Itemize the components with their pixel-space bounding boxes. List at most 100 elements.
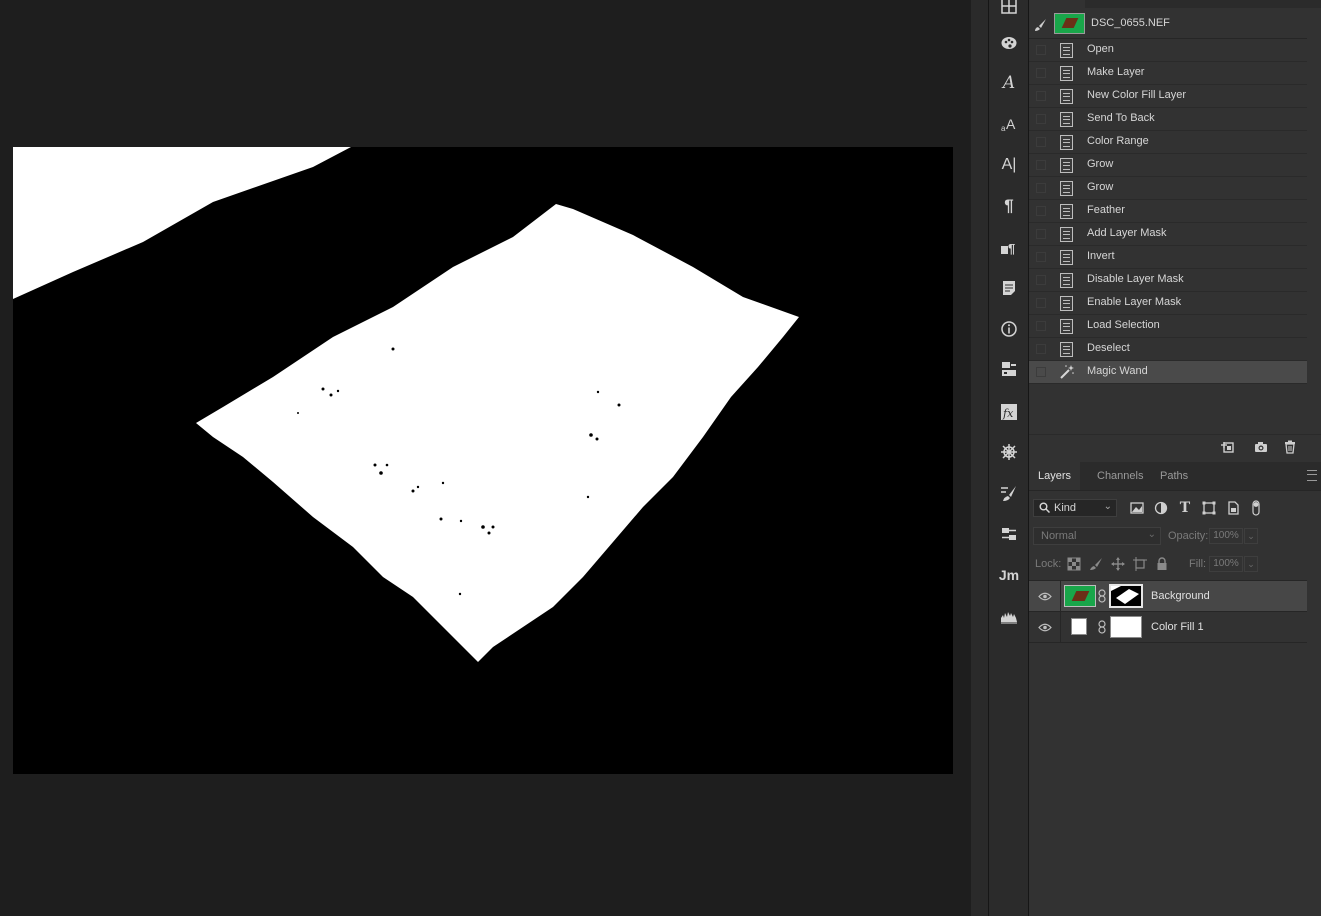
character-styles-icon[interactable]: aA [997, 112, 1021, 136]
filter-type-icon[interactable]: T [1177, 500, 1193, 516]
lock-all-icon[interactable] [1155, 557, 1169, 571]
history-source-checkbox[interactable] [1036, 206, 1046, 216]
styles-fx-icon[interactable]: fx [997, 400, 1021, 424]
history-source-checkbox[interactable] [1036, 91, 1046, 101]
link-chain-icon[interactable] [1098, 589, 1106, 603]
history-panel: DSC_0655.NEF Open Make Layer New Color Fil… [1029, 10, 1307, 430]
history-state[interactable]: New Color Fill Layer [1029, 85, 1307, 108]
history-state[interactable]: Grow [1029, 177, 1307, 200]
panel-menu-icon[interactable] [1307, 470, 1317, 481]
layer-mask-thumbnail[interactable] [1110, 616, 1142, 638]
glyph-a-icon[interactable]: A [997, 71, 1021, 95]
history-snapshot[interactable]: DSC_0655.NEF [1029, 10, 1307, 39]
history-source-checkbox[interactable] [1036, 137, 1046, 147]
document-icon [1060, 135, 1073, 150]
layer-thumbnail[interactable] [1064, 585, 1096, 607]
blend-mode-select[interactable]: Normal ⌄ [1033, 527, 1161, 545]
tab-paths[interactable]: Paths [1151, 462, 1197, 490]
history-state[interactable]: Load Selection [1029, 315, 1307, 338]
histogram-icon[interactable] [997, 604, 1021, 628]
adjustments-icon[interactable] [997, 522, 1021, 546]
history-brush-source-icon[interactable] [1034, 18, 1048, 32]
chevron-down-icon: ⌄ [1147, 529, 1156, 540]
history-source-checkbox[interactable] [1036, 68, 1046, 78]
history-state-label: Invert [1087, 250, 1115, 262]
history-state[interactable]: Make Layer [1029, 62, 1307, 85]
tab-layers[interactable]: Layers [1029, 462, 1081, 490]
history-source-checkbox[interactable] [1036, 229, 1046, 239]
history-source-checkbox[interactable] [1036, 275, 1046, 285]
filter-kind-select[interactable]: Kind ⌄ [1033, 499, 1117, 517]
history-state[interactable]: Invert [1029, 246, 1307, 269]
svg-text:fx: fx [1002, 407, 1014, 420]
fill-color-swatch[interactable] [1071, 618, 1087, 635]
link-chain-icon[interactable] [1098, 620, 1106, 634]
character-icon[interactable]: A| [997, 153, 1021, 177]
filter-adjustment-icon[interactable] [1153, 500, 1169, 516]
history-source-checkbox[interactable] [1036, 367, 1046, 377]
layer-row-background[interactable]: Background [1029, 581, 1307, 612]
history-source-checkbox[interactable] [1036, 114, 1046, 124]
layers-tabbar: Layers Channels Paths [1029, 462, 1321, 491]
magic-wand-icon [1060, 365, 1074, 379]
fill-input[interactable]: 100% [1209, 556, 1243, 572]
panel-scroll-strip[interactable] [971, 0, 989, 916]
paragraph-styles-icon[interactable]: ¶ [997, 235, 1021, 259]
history-state[interactable]: Deselect [1029, 338, 1307, 361]
history-state[interactable]: Color Range [1029, 131, 1307, 154]
history-state[interactable]: Send To Back [1029, 108, 1307, 131]
history-state[interactable]: Enable Layer Mask [1029, 292, 1307, 315]
search-icon [1039, 502, 1050, 513]
notes-icon[interactable] [997, 276, 1021, 300]
eye-icon[interactable] [1038, 592, 1052, 601]
filter-pixel-icon[interactable] [1129, 500, 1145, 516]
history-source-checkbox[interactable] [1036, 252, 1046, 262]
history-state[interactable]: Grow [1029, 154, 1307, 177]
opacity-input[interactable]: 100% [1209, 528, 1243, 544]
brush-settings-icon[interactable] [997, 481, 1021, 505]
lock-position-icon[interactable] [1111, 557, 1125, 571]
document-canvas[interactable] [13, 147, 953, 774]
history-source-checkbox[interactable] [1036, 160, 1046, 170]
document-icon [1060, 43, 1073, 58]
history-source-checkbox[interactable] [1036, 45, 1046, 55]
new-document-from-state-icon[interactable] [1221, 440, 1235, 454]
info-icon[interactable] [997, 317, 1021, 341]
history-state[interactable]: Magic Wand [1029, 361, 1307, 384]
layer-row-color-fill[interactable]: Color Fill 1 [1029, 612, 1307, 643]
history-source-checkbox[interactable] [1036, 321, 1046, 331]
fill-dropdown-icon[interactable]: ⌄ [1244, 556, 1258, 572]
jm-plugin-icon[interactable]: Jm [997, 563, 1021, 587]
history-source-checkbox[interactable] [1036, 298, 1046, 308]
mask-preview [13, 147, 953, 774]
history-state[interactable]: Feather [1029, 200, 1307, 223]
history-footer [1029, 434, 1321, 459]
properties-icon[interactable] [997, 357, 1021, 381]
camera-snapshot-icon[interactable] [1254, 440, 1268, 454]
history-state[interactable]: Open [1029, 39, 1307, 62]
history-state[interactable]: Disable Layer Mask [1029, 269, 1307, 292]
history-state[interactable]: Add Layer Mask [1029, 223, 1307, 246]
filter-smart-object-icon[interactable] [1225, 500, 1241, 516]
layer-mask-thumbnail[interactable] [1109, 584, 1143, 608]
filter-shape-icon[interactable] [1201, 500, 1217, 516]
history-source-checkbox[interactable] [1036, 344, 1046, 354]
eye-icon[interactable] [1038, 623, 1052, 632]
paragraph-icon[interactable]: ¶ [997, 194, 1021, 218]
filter-toggle-icon[interactable] [1248, 500, 1264, 516]
opacity-dropdown-icon[interactable]: ⌄ [1244, 528, 1258, 544]
history-source-checkbox[interactable] [1036, 183, 1046, 193]
navigator-icon[interactable] [997, 440, 1021, 464]
trash-icon[interactable] [1283, 440, 1297, 454]
grid-icon[interactable] [997, 0, 1021, 18]
layer-list: Background Color Fill 1 [1029, 580, 1307, 643]
svg-text:¶: ¶ [1008, 241, 1015, 256]
panel-topbar [1085, 0, 1321, 8]
lock-artboard-icon[interactable] [1133, 557, 1147, 571]
lock-image-pixels-icon[interactable] [1089, 557, 1103, 571]
palette-icon[interactable] [997, 30, 1021, 54]
tab-channels[interactable]: Channels [1088, 462, 1152, 490]
document-icon [1060, 158, 1073, 173]
document-icon [1060, 89, 1073, 104]
lock-transparent-pixels-icon[interactable] [1067, 557, 1081, 571]
